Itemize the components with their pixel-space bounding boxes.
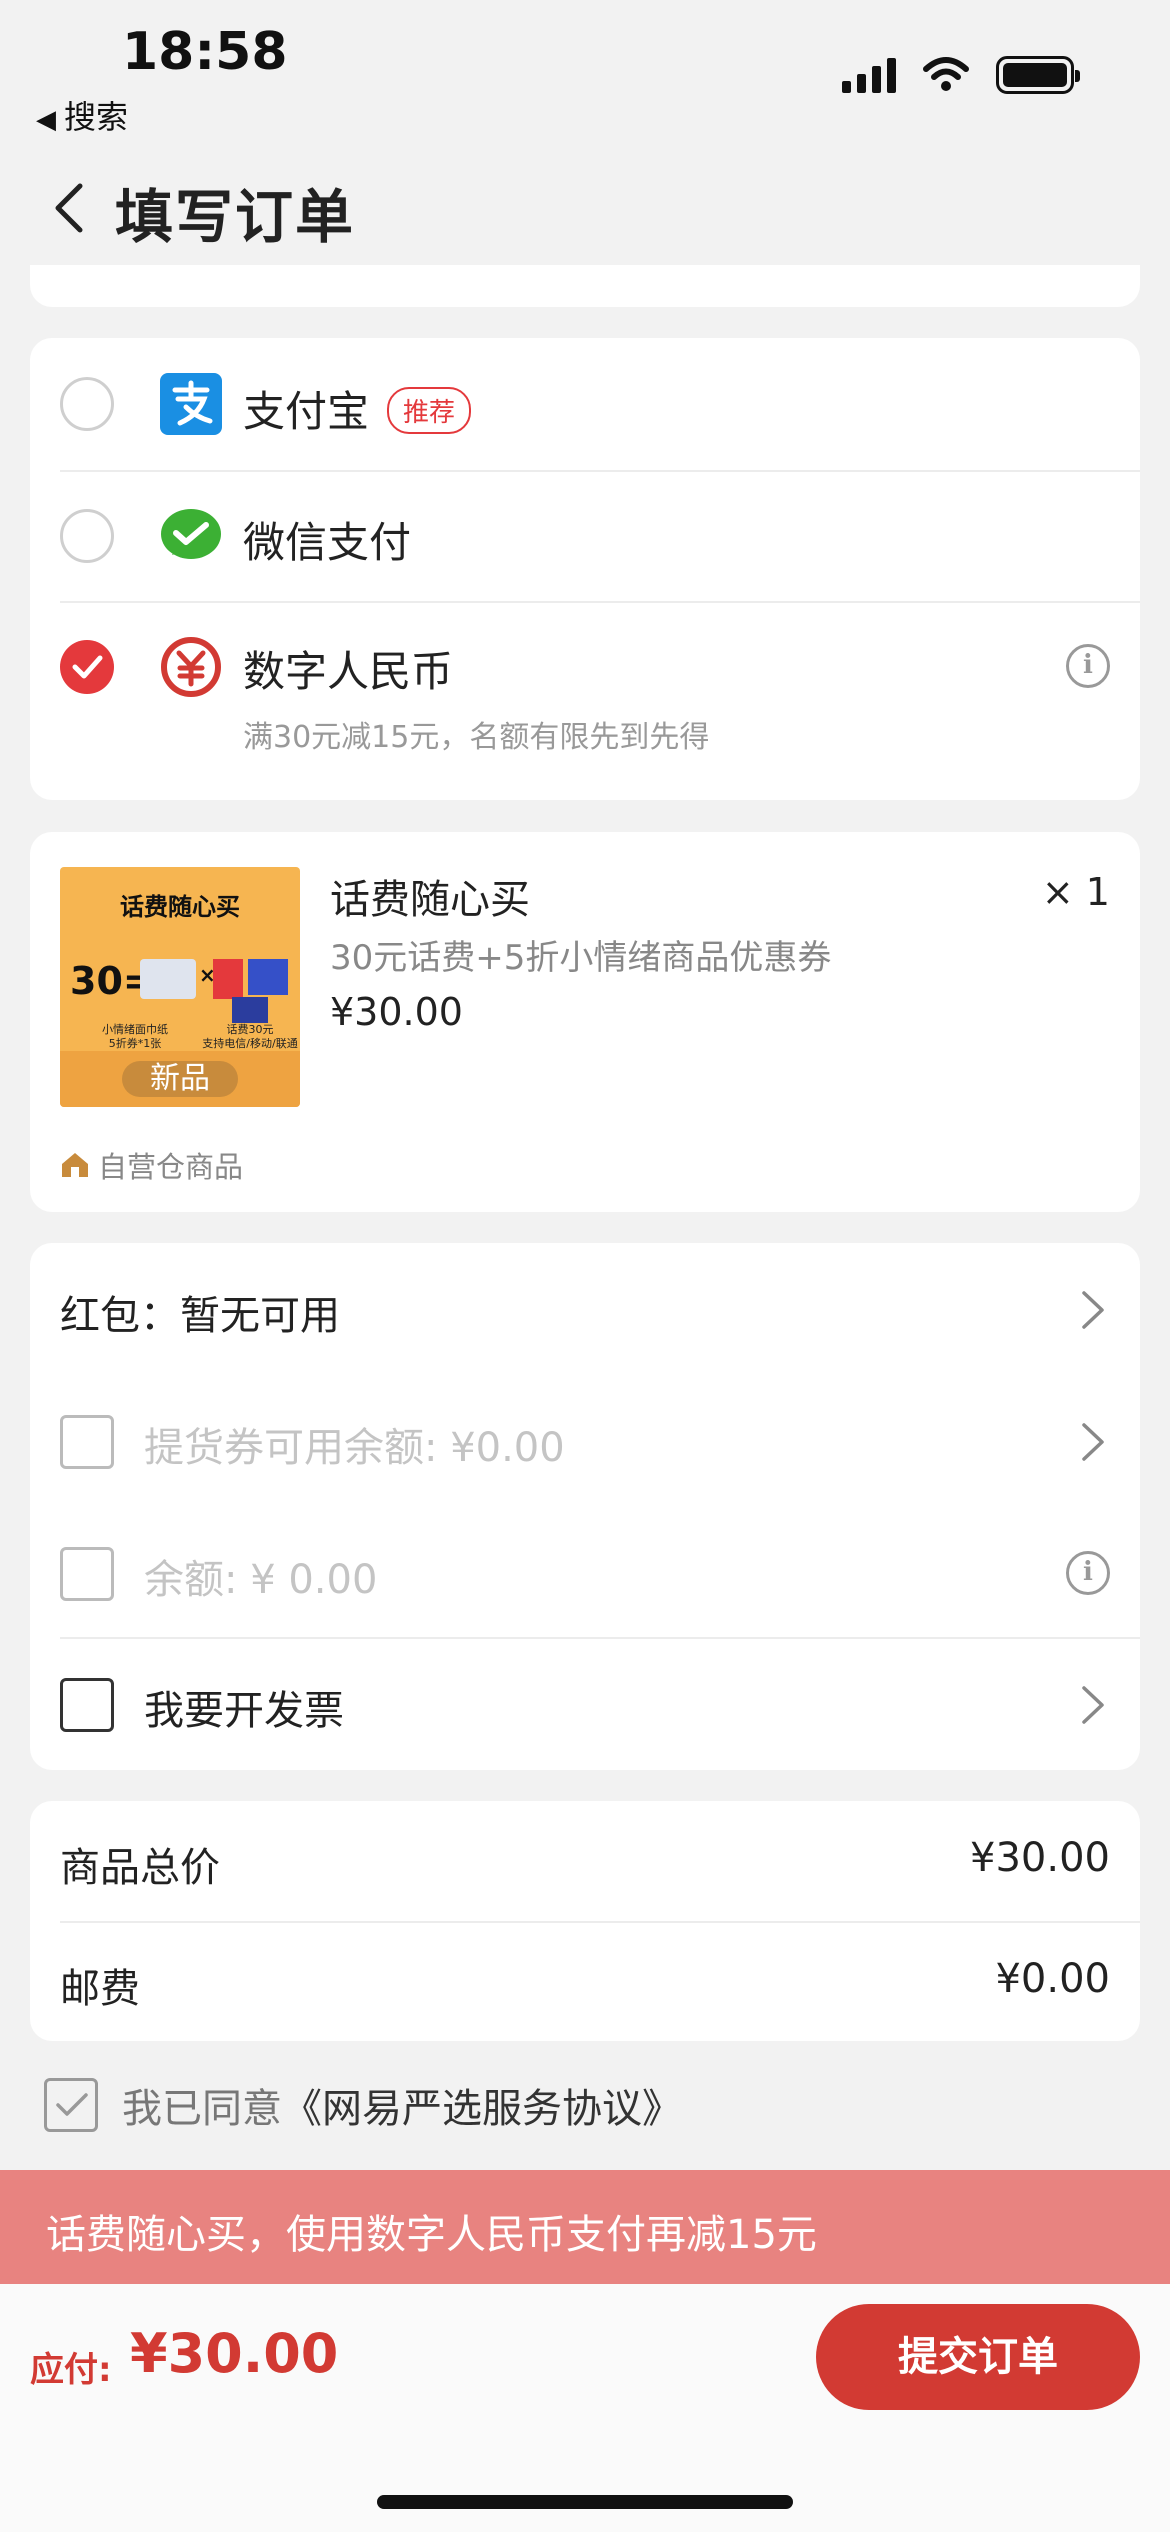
status-icons — [842, 56, 1080, 94]
product-card: 话费随心买 30= × 小情绪面巾纸 5折券*1张 话费30元 支持电信/移动/… — [30, 832, 1140, 1212]
back-arrow-icon[interactable] — [42, 178, 102, 238]
chevron-right-icon — [1082, 1686, 1104, 1724]
product-image[interactable]: 话费随心买 30= × 小情绪面巾纸 5折券*1张 话费30元 支持电信/移动/… — [60, 867, 300, 1107]
warehouse-label: 自营仓商品 — [60, 1144, 243, 1186]
shipping-row: 邮费 ¥0.00 — [30, 1922, 1140, 2042]
invoice-label: 我要开发票 — [144, 1688, 344, 1734]
balance-checkbox[interactable] — [60, 1547, 114, 1601]
product-description: 30元话费+5折小情绪商品优惠券 — [330, 938, 832, 978]
cellular-signal-icon — [842, 57, 896, 93]
voucher-label: 提货券可用余额: ¥0.00 — [144, 1425, 565, 1471]
status-bar: 18:58 ◀ 搜索 — [0, 0, 1170, 150]
page-header: 填写订单 — [0, 150, 1170, 265]
total-price-value: ¥30.00 — [970, 1835, 1110, 1881]
alipay-label-text: 支付宝 — [243, 387, 370, 436]
balance-row[interactable]: 余额: ¥ 0.00 i — [30, 1507, 1140, 1639]
chevron-right-icon — [1082, 1423, 1104, 1461]
red-packet-label: 红包：暂无可用 — [60, 1293, 340, 1339]
battery-icon — [996, 56, 1080, 94]
new-badge: 新品 — [122, 1061, 238, 1097]
home-indicator[interactable] — [377, 2495, 793, 2509]
page-title: 填写订单 — [115, 183, 356, 251]
status-time: 18:58 — [122, 22, 288, 82]
telecom-logo — [232, 997, 268, 1023]
voucher-row[interactable]: 提货券可用余额: ¥0.00 — [30, 1375, 1140, 1507]
total-price-row: 商品总价 ¥30.00 — [30, 1801, 1140, 1921]
balance-label: 余额: ¥ 0.00 — [144, 1557, 378, 1603]
shipping-value: ¥0.00 — [995, 1956, 1110, 2002]
invoice-row[interactable]: 我要开发票 — [30, 1638, 1140, 1770]
payment-option-wechat[interactable]: 微信支付 — [30, 471, 1140, 601]
agreement-text: 我已同意《网易严选服务协议》 — [122, 2076, 682, 2134]
payment-option-alipay[interactable]: 支付宝 推荐 — [30, 338, 1140, 470]
digital-rmb-label: 数字人民币 — [243, 647, 454, 696]
invoice-checkbox[interactable] — [60, 1678, 114, 1732]
info-icon[interactable]: i — [1066, 644, 1110, 688]
back-app-label: 搜索 — [64, 98, 129, 136]
promo-banner: 话费随心买，使用数字人民币支付再减15元 — [0, 2170, 1170, 2284]
agreement-link[interactable]: 《网易严选服务协议》 — [282, 2086, 682, 2132]
options-card: 红包：暂无可用 提货券可用余额: ¥0.00 余额: ¥ 0.00 i 我要开发… — [30, 1243, 1140, 1770]
check-icon — [56, 2093, 88, 2116]
product-name: 话费随心买 — [330, 877, 530, 923]
promo-text: 话费随心买，使用数字人民币支付再减15元 — [46, 2212, 817, 2258]
alipay-radio[interactable] — [60, 377, 114, 431]
alipay-label: 支付宝 推荐 — [243, 378, 472, 439]
payment-methods-card: 支付宝 推荐 微信支付 数字人民币 满30元减15元，名额有限先到先得 i — [30, 338, 1140, 800]
voucher-checkbox[interactable] — [60, 1415, 114, 1469]
unicom-logo — [213, 959, 243, 999]
red-packet-row[interactable]: 红包：暂无可用 — [30, 1243, 1140, 1375]
amount-due-label: 应付: — [30, 2350, 112, 2390]
chevron-right-icon — [1082, 1291, 1104, 1329]
info-icon[interactable]: i — [1066, 1551, 1110, 1595]
total-price-label: 商品总价 — [60, 1845, 220, 1891]
warehouse-text: 自营仓商品 — [98, 1150, 244, 1184]
amount-due-value: ¥30.00 — [130, 2322, 339, 2385]
mobile-logo — [248, 959, 288, 995]
product-price: ¥30.00 — [330, 990, 463, 1034]
digital-rmb-icon — [161, 637, 221, 697]
product-image-note-right: 话费30元 支持电信/移动/联通 — [202, 1023, 298, 1050]
recommend-badge: 推荐 — [387, 387, 472, 434]
agreement-prefix: 我已同意 — [122, 2086, 282, 2132]
back-triangle-icon: ◀ — [36, 105, 56, 135]
agreement-checkbox[interactable] — [44, 2078, 98, 2132]
payment-option-digital-rmb[interactable]: 数字人民币 满30元减15元，名额有限先到先得 i — [30, 602, 1140, 800]
product-image-title: 话费随心买 — [120, 893, 240, 921]
address-card-edge — [30, 265, 1140, 307]
check-icon — [72, 655, 103, 679]
alipay-icon — [160, 373, 222, 435]
wechat-radio[interactable] — [60, 509, 114, 563]
product-image-note-left: 小情绪面巾纸 5折券*1张 — [102, 1023, 168, 1050]
shipping-label: 邮费 — [60, 1966, 140, 2012]
bottom-bar: 应付: ¥30.00 提交订单 — [0, 2284, 1170, 2532]
digital-rmb-promo-text: 满30元减15元，名额有限先到先得 — [243, 720, 710, 755]
price-summary-card: 商品总价 ¥30.00 邮费 ¥0.00 — [30, 1801, 1140, 2041]
wifi-icon — [923, 57, 969, 91]
wechat-pay-icon — [161, 509, 221, 559]
digital-rmb-radio-checked[interactable] — [60, 640, 114, 694]
product-quantity: × 1 — [1041, 870, 1110, 914]
back-to-app-link[interactable]: ◀ 搜索 — [36, 92, 128, 138]
agreement-row[interactable]: 我已同意《网易严选服务协议》 — [44, 2076, 682, 2134]
tissue-product-thumbnail — [140, 959, 196, 999]
wechat-label: 微信支付 — [243, 518, 412, 567]
house-icon — [62, 1153, 88, 1177]
submit-order-button[interactable]: 提交订单 — [816, 2304, 1140, 2410]
